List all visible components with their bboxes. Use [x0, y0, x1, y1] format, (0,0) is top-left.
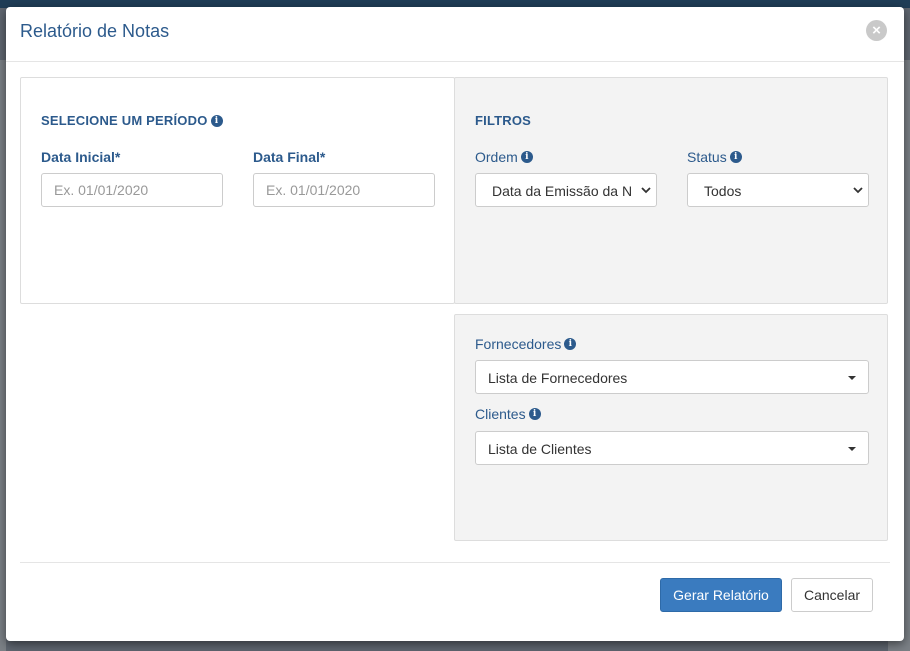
info-icon[interactable]: i — [564, 338, 577, 351]
data-final-input[interactable] — [253, 173, 435, 207]
caret-down-icon — [848, 376, 856, 380]
cancelar-button[interactable]: Cancelar — [791, 578, 873, 612]
info-icon[interactable]: i — [528, 408, 541, 421]
modal-header: Relatório de Notas × — [6, 7, 904, 62]
ordem-select[interactable]: Data da Emissão da N — [475, 173, 657, 207]
status-select[interactable]: Todos — [687, 173, 869, 207]
fornecedores-select-value: Lista de Fornecedores — [488, 370, 628, 386]
info-icon[interactable]: i — [729, 151, 742, 164]
periodo-panel: SELECIONE UM PERÍODOi Data Inicial* Data… — [20, 77, 455, 304]
caret-down-icon — [848, 447, 856, 451]
clientes-select-value: Lista de Clientes — [488, 441, 592, 457]
info-icon[interactable]: i — [520, 151, 533, 164]
status-select-value: Todos — [704, 183, 742, 199]
fornecedores-clientes-panel: Fornecedores i Lista de Fornecedores Clie… — [454, 314, 888, 541]
clientes-label: Clientes i — [475, 406, 541, 422]
ordem-select-value: Data da Emissão da N — [492, 183, 632, 199]
filtros-panel: FILTROS Ordem i Data da Emissão da N Stat… — [454, 77, 888, 304]
info-icon[interactable]: i — [210, 114, 223, 127]
modal-title: Relatório de Notas — [20, 21, 170, 41]
fornecedores-select[interactable]: Lista de Fornecedores — [475, 360, 869, 394]
status-label: Status i — [687, 149, 742, 165]
chevron-down-icon — [641, 187, 651, 194]
data-inicial-label: Data Inicial* — [41, 149, 121, 165]
chevron-down-icon — [853, 187, 863, 194]
data-final-label: Data Final* — [253, 149, 326, 165]
footer-divider — [20, 562, 890, 563]
gerar-relatorio-button[interactable]: Gerar Relatório — [660, 578, 782, 612]
relatorio-modal: Relatório de Notas × SELECIONE UM PERÍOD… — [6, 7, 904, 641]
close-icon[interactable]: × — [866, 20, 887, 41]
data-inicial-input[interactable] — [41, 173, 223, 207]
ordem-label: Ordem i — [475, 149, 533, 165]
periodo-section-title: SELECIONE UM PERÍODO i — [41, 113, 223, 128]
clientes-select[interactable]: Lista de Clientes — [475, 431, 869, 465]
fornecedores-label: Fornecedores i — [475, 336, 577, 352]
filtros-section-title: FILTROS — [475, 113, 532, 128]
